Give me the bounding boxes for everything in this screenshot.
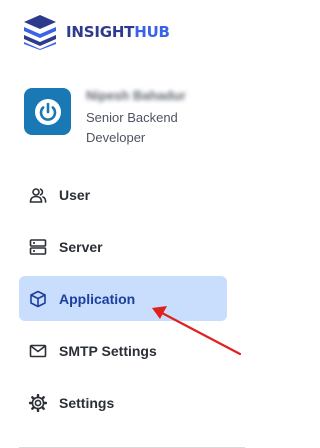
- profile-name: Nipesh Bahadur: [86, 88, 186, 103]
- nav-item-label: SMTP Settings: [59, 342, 157, 359]
- brand-name: INSIGHTHUB: [66, 23, 170, 41]
- nav-item-label: Application: [59, 290, 136, 307]
- profile-role: Senior Backend Developer: [86, 110, 178, 145]
- nav-item-smtp-settings[interactable]: SMTP Settings: [19, 328, 227, 373]
- brand-name-part1: INSIGHT: [66, 23, 135, 41]
- nav-item-settings[interactable]: Settings: [19, 380, 227, 425]
- mail-icon: [28, 341, 48, 361]
- power-icon: [34, 98, 61, 125]
- gear-icon: [28, 393, 48, 413]
- sidebar-nav: User Server Application SMTP Settings Se…: [19, 172, 227, 432]
- stacked-layers-logo-icon: [24, 15, 56, 50]
- server-icon: [28, 237, 48, 257]
- nav-item-application[interactable]: Application: [19, 276, 227, 321]
- brand-name-part2: HUB: [134, 23, 170, 41]
- users-icon: [28, 185, 48, 205]
- brand-header[interactable]: INSIGHTHUB: [22, 14, 170, 50]
- nav-item-label: Server: [59, 238, 103, 255]
- avatar: [24, 88, 71, 135]
- nav-item-label: User: [59, 186, 91, 203]
- user-profile[interactable]: Nipesh Bahadur Senior Backend Developer: [24, 88, 196, 148]
- nav-item-user[interactable]: User: [19, 172, 227, 217]
- nav-item-label: Settings: [59, 394, 115, 411]
- profile-info: Nipesh Bahadur Senior Backend Developer: [86, 88, 196, 148]
- nav-item-server[interactable]: Server: [19, 224, 227, 269]
- cube-icon: [28, 289, 48, 309]
